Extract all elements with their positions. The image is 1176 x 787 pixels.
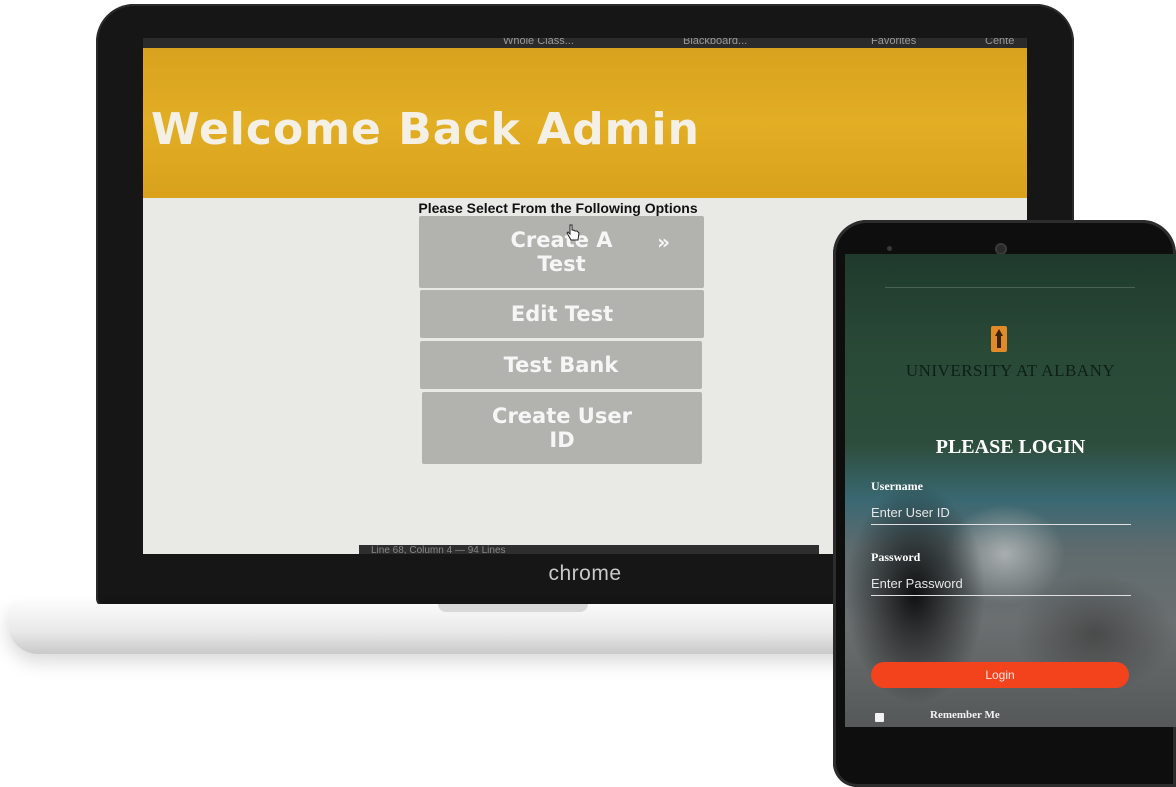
divider (885, 287, 1135, 288)
chrome-brand-label: chrome (548, 562, 622, 585)
bookmarks-bar: Whole Class... Blackboard... Favorites C… (143, 38, 1027, 48)
phone-screen: UNIVERSITY AT ALBANY PLEASE LOGIN Userna… (845, 254, 1176, 727)
ualbany-seal-icon (991, 326, 1007, 352)
chevron-right-icon: » (657, 230, 670, 254)
edit-test-button[interactable]: Edit Test (420, 290, 704, 338)
login-heading: PLEASE LOGIN (935, 436, 1086, 458)
create-user-id-button[interactable]: Create User ID (422, 392, 702, 464)
create-test-button[interactable]: Create A Test » (419, 216, 704, 288)
bookmark-item[interactable]: Whole Class... (503, 38, 574, 47)
test-bank-button[interactable]: Test Bank (420, 341, 702, 389)
remember-me-checkbox[interactable] (875, 713, 884, 722)
editor-status-bar: Line 68, Column 4 — 94 Lines (359, 545, 819, 554)
remember-me-label: Remember Me (930, 709, 1000, 721)
hand-pointer-icon (566, 224, 580, 241)
university-name: UNIVERSITY AT ALBANY (905, 361, 1116, 380)
password-label: Password (871, 550, 921, 564)
laptop-notch (438, 604, 588, 612)
bookmark-item[interactable]: Cente (985, 38, 1014, 47)
login-button[interactable]: Login (871, 662, 1129, 688)
laptop-base (8, 604, 908, 654)
bookmark-item[interactable]: Favorites (871, 38, 916, 47)
bookmark-item[interactable]: Blackboard... (683, 38, 747, 47)
create-test-label-line1: Create A (510, 228, 613, 252)
create-user-label-line1: Create User (492, 404, 632, 428)
password-input[interactable] (871, 572, 1131, 596)
options-prompt: Please Select From the Following Options (418, 200, 698, 216)
create-test-label-line2: Test (537, 252, 586, 276)
username-input[interactable] (871, 501, 1131, 525)
username-label: Username (871, 479, 923, 493)
welcome-banner: Welcome Back Admin (143, 48, 1027, 198)
page-title: Welcome Back Admin (151, 104, 700, 155)
create-user-label-line2: ID (549, 428, 575, 452)
phone-camera (887, 246, 892, 251)
